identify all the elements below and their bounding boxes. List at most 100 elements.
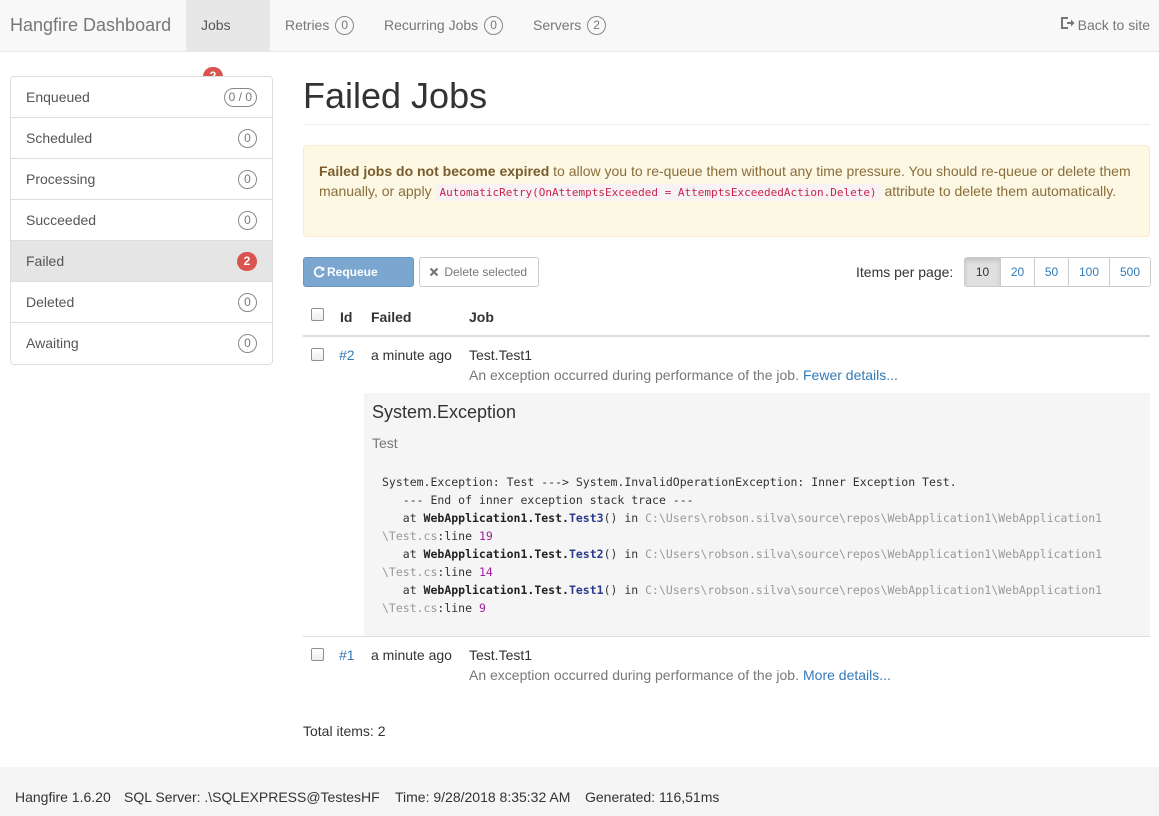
- sidebar-item-awaiting[interactable]: Awaiting 0: [11, 323, 272, 364]
- trace-in: () in: [603, 547, 646, 561]
- nav-jobs-label: Jobs: [201, 17, 231, 33]
- brand-title[interactable]: Hangfire Dashboard: [10, 15, 171, 36]
- table-header-divider: [303, 335, 1150, 337]
- sidebar-item-deleted[interactable]: Deleted 0: [11, 282, 272, 323]
- sidebar-item-failed[interactable]: Failed 2: [11, 241, 272, 282]
- delete-selected-button[interactable]: Delete selected: [419, 257, 539, 287]
- page-size-100[interactable]: 100: [1068, 258, 1109, 286]
- nav-retries-badge: 0: [335, 15, 355, 35]
- trace-method: Test1: [568, 583, 604, 597]
- nav-servers[interactable]: Servers 2: [518, 0, 621, 51]
- trace-line: --- End of inner exception stack trace -…: [382, 493, 694, 507]
- trace-path: C:\Users\robson.silva\source\repos\WebAp…: [645, 583, 1103, 597]
- sql-server-info: SQL Server: .\SQLEXPRESS@TestesHF: [124, 789, 380, 805]
- trace-file: \Test.cs: [382, 601, 438, 615]
- column-header-failed: Failed: [371, 309, 412, 325]
- trace-line-word: :line: [437, 565, 479, 579]
- top-navbar: Hangfire Dashboard Jobs 2 Retries 0 Recu…: [0, 0, 1159, 86]
- sidebar-item-count: 0: [238, 170, 257, 189]
- trace-file: \Test.cs: [382, 529, 438, 543]
- refresh-icon: [313, 265, 327, 279]
- column-header-id: Id: [340, 309, 353, 325]
- row-checkbox[interactable]: [311, 648, 324, 661]
- page-size-group: 10 20 50 100 500: [964, 257, 1151, 287]
- trace-at: at: [382, 547, 424, 561]
- alert-text-end: attribute to delete them automatically.: [884, 183, 1117, 199]
- requeue-jobs-button[interactable]: Requeue jobs: [303, 257, 414, 307]
- warning-alert: Failed jobs do not become expired to all…: [303, 145, 1150, 237]
- nav-servers-label: Servers: [533, 17, 582, 33]
- nav-servers-badge: 2: [587, 15, 607, 35]
- page-size-50[interactable]: 50: [1034, 258, 1068, 286]
- job-id-link[interactable]: #2: [339, 347, 355, 363]
- job-name-link[interactable]: Test.Test1: [469, 347, 532, 363]
- total-items: Total items: 2: [303, 723, 386, 739]
- trace-method: Test3: [568, 511, 604, 525]
- trace-line-number: 19: [478, 529, 493, 543]
- times-icon: [429, 265, 441, 279]
- page-size-500[interactable]: 500: [1109, 258, 1150, 286]
- exception-details: System.Exception Test System.Exception: …: [364, 393, 1150, 636]
- nav-jobs[interactable]: Jobs 2: [186, 0, 270, 86]
- alert-bold-text: Failed jobs do not become expired: [319, 163, 550, 179]
- items-per-page-label: Items per page:: [856, 264, 954, 280]
- failed-time: a minute ago: [371, 347, 452, 363]
- sidebar-item-label: Scheduled: [26, 130, 93, 146]
- sidebar-item-label: Deleted: [26, 294, 75, 310]
- trace-file: \Test.cs: [382, 565, 438, 579]
- trace-in: () in: [603, 511, 646, 525]
- trace-in: () in: [603, 583, 646, 597]
- trace-line-word: :line: [437, 601, 479, 615]
- sidebar-item-count: 0 / 0: [223, 88, 257, 107]
- sidebar-item-count: 2: [237, 252, 257, 271]
- generated-info: Generated: 116,51ms: [585, 789, 720, 805]
- sidebar-item-label: Enqueued: [26, 89, 90, 105]
- trace-at: at: [382, 583, 424, 597]
- trace-method: Test2: [568, 547, 604, 561]
- nav-recurring-jobs[interactable]: Recurring Jobs 0: [369, 0, 518, 51]
- select-all-checkbox[interactable]: [311, 308, 324, 321]
- nav-retries-label: Retries: [285, 17, 330, 33]
- trace-path: C:\Users\robson.silva\source\repos\WebAp…: [645, 511, 1103, 525]
- sidebar-item-label: Awaiting: [26, 335, 79, 351]
- sidebar-item-succeeded[interactable]: Succeeded 0: [11, 200, 272, 241]
- job-name-link[interactable]: Test.Test1: [469, 647, 532, 663]
- trace-namespace: WebApplication1.Test.: [423, 547, 569, 561]
- page-title: Failed Jobs: [303, 75, 488, 116]
- sidebar-item-processing[interactable]: Processing 0: [11, 159, 272, 200]
- trace-at: at: [382, 511, 424, 525]
- sidebar-item-scheduled[interactable]: Scheduled 0: [11, 118, 272, 159]
- exception-message: Test: [372, 435, 398, 451]
- fewer-details-link[interactable]: Fewer details...: [803, 367, 898, 383]
- stack-trace: System.Exception: Test ---> System.Inval…: [382, 473, 1102, 617]
- sidebar-item-count: 0: [238, 129, 257, 148]
- sidebar-item-count: 0: [238, 211, 257, 230]
- trace-namespace: WebApplication1.Test.: [423, 583, 569, 597]
- trace-namespace: WebApplication1.Test.: [423, 511, 569, 525]
- failed-time: a minute ago: [371, 647, 452, 663]
- more-details-link[interactable]: More details...: [803, 667, 891, 683]
- time-info: Time: 9/28/2018 8:35:32 AM: [395, 789, 571, 805]
- nav-recurring-badge: 0: [484, 15, 504, 35]
- row-checkbox[interactable]: [311, 348, 324, 361]
- sidebar-item-count: 0: [238, 334, 257, 353]
- trace-line-number: 9: [478, 601, 486, 615]
- page-size-20[interactable]: 20: [1000, 258, 1034, 286]
- trace-path: C:\Users\robson.silva\source\repos\WebAp…: [645, 547, 1103, 561]
- page-size-10[interactable]: 10: [965, 258, 1000, 286]
- back-to-site-label: Back to site: [1077, 17, 1150, 33]
- delete-selected-label: Delete selected: [444, 265, 528, 279]
- sidebar-item-label: Failed: [26, 253, 65, 269]
- sidebar-item-label: Succeeded: [26, 212, 97, 228]
- alert-code: AutomaticRetry(OnAttemptsExceeded = Atte…: [435, 184, 881, 201]
- failure-reason: An exception occurred during performance…: [469, 367, 799, 383]
- footer: Hangfire 1.6.20 SQL Server: .\SQLEXPRESS…: [0, 767, 1159, 816]
- sidebar-item-enqueued[interactable]: Enqueued 0 / 0: [11, 77, 272, 118]
- trace-line-word: :line: [437, 529, 479, 543]
- version-link[interactable]: Hangfire 1.6.20: [15, 789, 111, 805]
- job-state-sidebar: Enqueued 0 / 0 Scheduled 0 Processing 0 …: [10, 76, 273, 365]
- job-id-link[interactable]: #1: [339, 647, 355, 663]
- sidebar-item-count: 0: [238, 293, 257, 312]
- back-to-site-link[interactable]: Back to site: [1060, 0, 1150, 52]
- nav-retries[interactable]: Retries 0: [270, 0, 369, 51]
